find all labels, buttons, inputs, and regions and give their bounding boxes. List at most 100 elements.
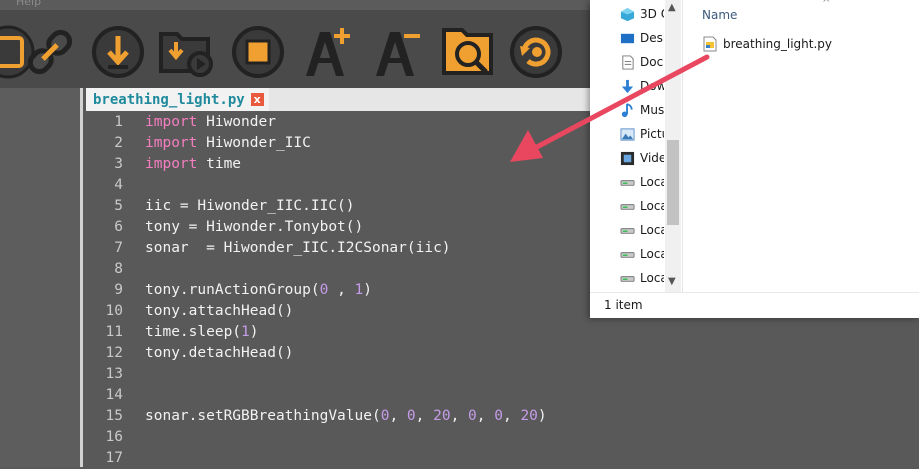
nav-item[interactable]: Music — [620, 98, 664, 122]
number-token: 0 — [468, 408, 477, 424]
nav-item[interactable]: Videos — [620, 146, 664, 170]
number-token: 1 — [241, 324, 250, 340]
folder-run-icon[interactable] — [158, 24, 214, 80]
close-icon[interactable]: x — [250, 93, 264, 106]
code-token: ) — [537, 408, 547, 424]
scroll-down-icon[interactable]: ▼ — [668, 276, 676, 287]
line-number: 7 — [114, 240, 123, 256]
line-content: tony.runActionGroup(0 , 1) — [145, 280, 372, 301]
scroll-up-icon[interactable]: ▲ — [668, 2, 676, 13]
file-explorer-window: ▲ ▼ 3D Objects Desktop Documents Downloads M… — [590, 0, 919, 318]
code-line[interactable]: 13 — [86, 364, 919, 385]
font-decrease-icon[interactable] — [370, 24, 426, 80]
code-token: time — [197, 156, 242, 172]
font-increase-icon[interactable] — [300, 24, 356, 80]
line-content: import time — [145, 154, 241, 175]
code-line[interactable]: 12 tony.detachHead() — [86, 343, 919, 364]
keyword-token: import — [145, 135, 198, 151]
file-row[interactable]: breathing_light.py — [702, 34, 832, 54]
code-token: Hiwonder — [197, 114, 276, 130]
nav-item-label: Local Disk — [640, 223, 664, 237]
code-token: time.sleep( — [145, 324, 242, 340]
nav-item[interactable]: Desktop — [620, 26, 664, 50]
number-token: 20 — [433, 408, 451, 424]
line-content: tony.detachHead() — [145, 345, 294, 361]
code-token: tony.runActionGroup( — [145, 282, 320, 298]
number-token: 0 — [494, 408, 503, 424]
line-number: 5 — [114, 198, 123, 214]
code-line[interactable]: 17 — [86, 448, 919, 469]
link-icon[interactable] — [22, 24, 78, 80]
number-token: 1 — [354, 282, 364, 298]
code-token: , — [476, 408, 495, 424]
line-number: 15 — [105, 408, 123, 424]
code-token: sonar.setRGBBreathingValue( — [145, 408, 381, 424]
line-content: iic = Hiwonder_IIC.IIC() — [145, 198, 355, 214]
videos-icon — [620, 151, 635, 166]
download-icon[interactable] — [90, 24, 146, 80]
tab-label: breathing_light.py — [93, 91, 245, 108]
status-bar: 1 item — [590, 292, 919, 318]
tab-breathing-light[interactable]: breathing_light.py x — [86, 88, 269, 111]
desktop-icon — [620, 31, 635, 46]
nav-scrollbar[interactable]: ▲ ▼ — [665, 0, 681, 292]
line-number: 1 — [114, 114, 123, 130]
nav-item[interactable]: Downloads — [620, 74, 664, 98]
line-number: 8 — [114, 261, 123, 277]
line-number: 4 — [114, 177, 123, 193]
nav-item-label: Local Disk — [640, 175, 664, 189]
sort-up-icon: ^ — [822, 0, 831, 9]
nav-item-label: Desktop — [640, 31, 664, 45]
line-number: 2 — [114, 135, 123, 151]
nav-item[interactable]: Pictures — [620, 122, 664, 146]
line-content: tony.attachHead() — [145, 303, 294, 319]
left-panel — [0, 88, 80, 467]
stop-icon[interactable] — [230, 24, 286, 80]
line-number: 14 — [105, 387, 123, 403]
item-count: 1 item — [604, 298, 643, 312]
line-content: time.sleep(1) — [145, 322, 259, 343]
nav-item[interactable]: Documents — [620, 50, 664, 74]
code-line[interactable]: 16 — [86, 427, 919, 448]
line-number: 10 — [105, 303, 123, 319]
downloads-icon — [620, 79, 635, 94]
line-content: sonar = Hiwonder_IIC.I2CSonar(iic) — [145, 240, 451, 256]
code-token: , — [389, 408, 407, 424]
column-header-name[interactable]: Name — [702, 8, 737, 22]
navigation-pane: ▲ ▼ 3D Objects Desktop Documents Downloads M… — [590, 0, 683, 292]
nav-item-label: Downloads — [640, 79, 664, 93]
refresh-icon[interactable] — [508, 24, 564, 80]
line-content: import Hiwonder_IIC — [145, 133, 311, 154]
nav-item-label: Videos — [640, 151, 664, 165]
nav-item[interactable]: Local Disk — [620, 194, 664, 218]
nav-item[interactable]: Local Disk — [620, 242, 664, 266]
nav-item-label: Local Disk — [640, 199, 664, 213]
nav-item[interactable]: Local Disk — [620, 266, 664, 290]
nav-item-label: Music — [640, 103, 664, 117]
scroll-thumb[interactable] — [667, 140, 679, 225]
help-menu[interactable]: Help — [16, 0, 41, 8]
line-number: 16 — [105, 429, 123, 445]
drive-icon — [620, 175, 635, 190]
drive-icon — [620, 223, 635, 238]
line-content: tony = Hiwonder.Tonybot() — [145, 219, 364, 235]
line-number: 17 — [105, 450, 123, 466]
line-number: 12 — [105, 345, 123, 361]
nav-item[interactable]: 3D Objects — [620, 2, 664, 26]
search-icon[interactable] — [440, 24, 496, 80]
code-token: ) — [363, 282, 373, 298]
nav-item[interactable]: Local Disk — [620, 218, 664, 242]
line-number: 9 — [114, 282, 123, 298]
keyword-token: import — [145, 114, 198, 130]
line-content: import Hiwonder — [145, 112, 276, 133]
number-token: 0 — [406, 408, 416, 424]
code-line[interactable]: 14 — [86, 385, 919, 406]
code-token: Hiwonder_IIC — [197, 135, 311, 151]
code-line[interactable]: 15 sonar.setRGBBreathingValue( 0, 0, 20, 0… — [86, 406, 919, 427]
nav-item-label: Local Disk — [640, 271, 664, 285]
code-token: , — [415, 408, 434, 424]
nav-item[interactable]: Local Disk — [620, 170, 664, 194]
file-name: breathing_light.py — [723, 37, 833, 51]
code-line[interactable]: 11 time.sleep(1) — [86, 322, 919, 343]
line-number: 13 — [105, 366, 123, 382]
